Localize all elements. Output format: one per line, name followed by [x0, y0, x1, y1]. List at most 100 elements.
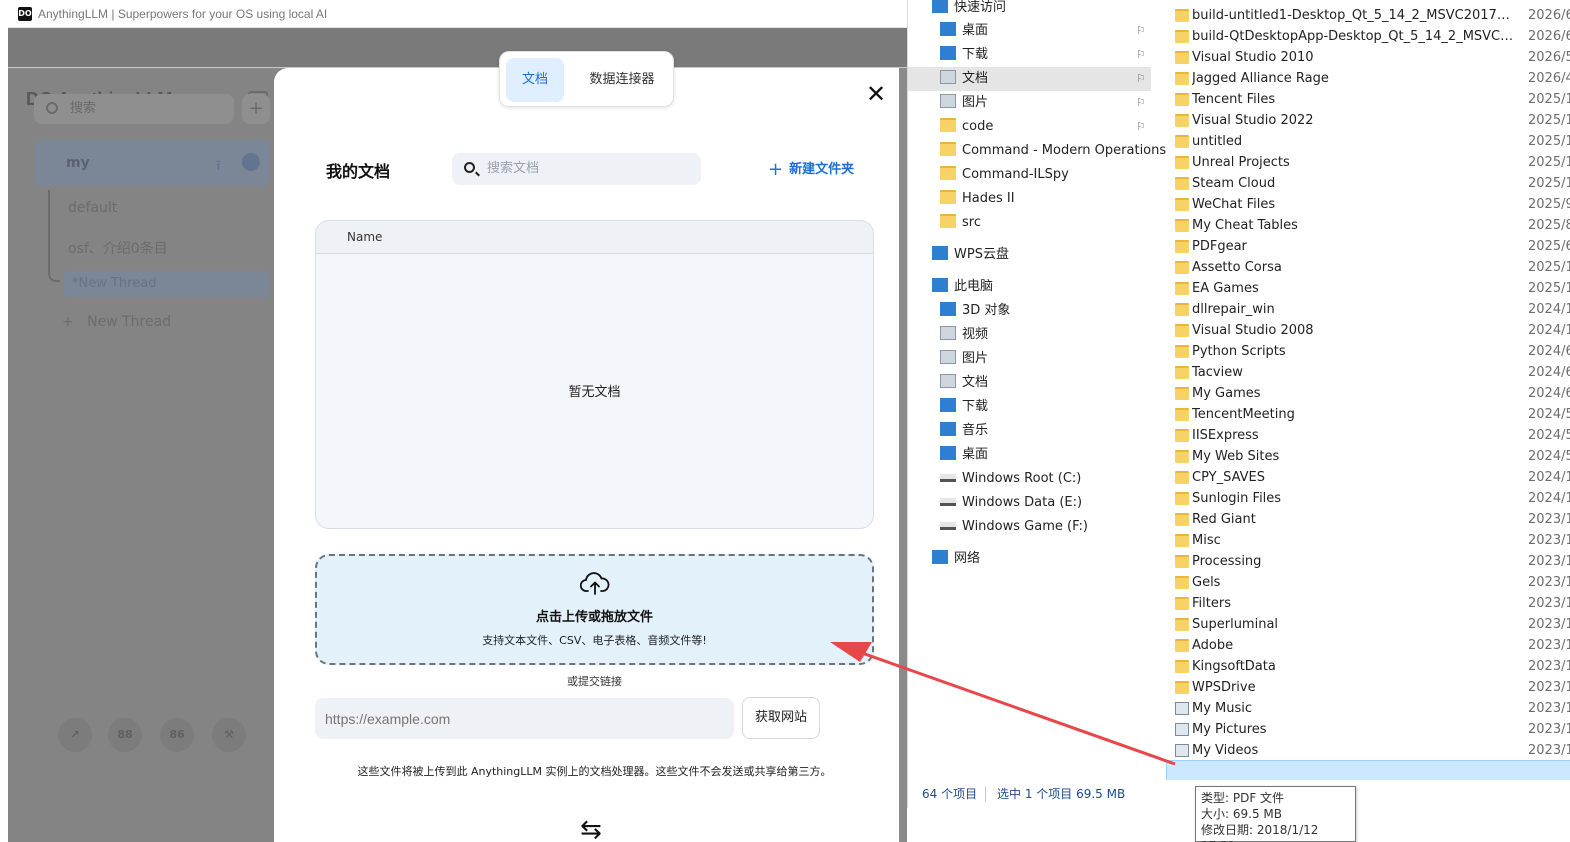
nav-item[interactable]: 图片 — [908, 347, 1151, 371]
nav-item[interactable]: 音乐 — [908, 419, 1151, 443]
thread-item-new-active[interactable]: *New Thread — [64, 271, 270, 297]
nav-item[interactable]: 文档 ⚐ — [908, 67, 1151, 91]
file-row[interactable]: WPSDrive 2023/1 — [1166, 677, 1570, 698]
file-row[interactable]: untitled 2025/1 — [1166, 131, 1570, 152]
workspace-item-my[interactable]: my — [34, 140, 270, 186]
file-row[interactable]: Superluminal 2023/1 — [1166, 614, 1570, 635]
file-name: Superluminal — [1192, 617, 1279, 632]
pin-icon[interactable]: ⚐ — [1136, 43, 1146, 67]
nav-item[interactable]: 下载 — [908, 395, 1151, 419]
file-row[interactable]: Processing 2023/1 — [1166, 551, 1570, 572]
sidebar-search-input[interactable]: 搜索 — [34, 94, 234, 124]
file-row[interactable]: Visual Studio 2022 2025/1 — [1166, 110, 1570, 131]
file-name: Visual Studio 2010 — [1192, 50, 1314, 65]
file-row[interactable]: KingsoftData 2023/1 — [1166, 656, 1570, 677]
file-row[interactable]: Sunlogin Files 2024/1 — [1166, 488, 1570, 509]
nav-item[interactable]: src — [908, 211, 1151, 235]
nav-item[interactable]: Windows Game (F:) — [908, 515, 1151, 539]
nav-item[interactable]: 快速访问 — [908, 0, 1151, 20]
nav-item[interactable]: 视频 — [908, 323, 1151, 347]
file-row[interactable]: Visual Studio 2008 2024/1 — [1166, 320, 1570, 341]
file-date: 2026/6 — [1528, 8, 1570, 23]
file-row[interactable]: EA Games 2025/1 — [1166, 278, 1570, 299]
file-row[interactable]: Python Scripts 2024/6 — [1166, 341, 1570, 362]
file-row[interactable]: dllrepair_win 2024/1 — [1166, 299, 1570, 320]
add-workspace-button[interactable]: + — [242, 94, 270, 124]
nav-item[interactable]: 文档 — [908, 371, 1151, 395]
document-search-input[interactable]: 搜索文档 — [452, 153, 701, 185]
close-button[interactable]: ✕ — [864, 82, 888, 106]
nav-item[interactable]: 图片 ⚐ — [908, 91, 1151, 115]
swap-icon[interactable]: ⇆ — [580, 815, 602, 842]
thread-item-default[interactable]: default — [68, 200, 117, 216]
upload-dropzone[interactable]: 点击上传或拖放文件 支持文本文件、CSV、电子表格、音频文件等! — [315, 554, 874, 665]
nav-item-label: 网络 — [954, 551, 981, 566]
file-name: Visual Studio 2008 — [1192, 323, 1314, 338]
tab-documents[interactable]: 文档 — [506, 58, 564, 102]
file-row[interactable]: PDFgear 2025/6 — [1166, 236, 1570, 257]
file-row[interactable]: CPY_SAVES 2024/1 — [1166, 467, 1570, 488]
pin-icon[interactable]: ⚐ — [1136, 91, 1146, 115]
file-row[interactable]: Visual Studio 2010 2026/5 — [1166, 47, 1570, 68]
tab-data-connectors[interactable]: 数据连接器 — [578, 58, 666, 102]
folder-icon — [1175, 513, 1189, 526]
file-row[interactable]: Jagged Alliance Rage 2026/4 — [1166, 68, 1570, 89]
document-table: Name 暂无文档 — [315, 220, 874, 529]
file-row[interactable]: Misc 2023/1 — [1166, 530, 1570, 551]
file-date: 2024/6 — [1528, 344, 1570, 359]
nav-item[interactable]: 下载 ⚐ — [908, 43, 1151, 67]
file-row[interactable]: Unreal Projects 2025/1 — [1166, 152, 1570, 173]
nav-item[interactable]: Windows Data (E:) — [908, 491, 1151, 515]
thread-item-osf[interactable]: osf、介绍0条目 — [68, 238, 168, 258]
file-name: Tacview — [1192, 365, 1243, 380]
file-row[interactable]: WeChat Files 2025/9 — [1166, 194, 1570, 215]
file-row[interactable]: build-untitled1-Desktop_Qt_5_14_2_MSVC20… — [1166, 5, 1570, 26]
footer-docs-button[interactable]: 88 — [108, 718, 142, 752]
nav-item[interactable]: Windows Root (C:) — [908, 467, 1151, 491]
file-row[interactable]: My Games 2024/6 — [1166, 383, 1570, 404]
folder-icon — [1175, 93, 1189, 106]
nav-item[interactable]: 桌面 — [908, 443, 1151, 467]
file-row[interactable]: Adobe 2023/1 — [1166, 635, 1570, 656]
file-row[interactable]: build-QtDesktopApp-Desktop_Qt_5_14_2_MSV… — [1166, 26, 1570, 47]
nav-item[interactable]: code ⚐ — [908, 115, 1151, 139]
file-row[interactable]: Filters 2023/1 — [1166, 593, 1570, 614]
pin-icon[interactable]: ⚐ — [1136, 115, 1146, 139]
fetch-website-button[interactable]: 获取网站 — [742, 697, 820, 739]
nav-item[interactable]: 桌面 ⚐ — [908, 19, 1151, 43]
nav-item[interactable]: Hades II — [908, 187, 1151, 211]
file-date: 2023/1 — [1528, 680, 1570, 695]
nav-item[interactable]: 3D 对象 — [908, 299, 1151, 323]
file-row[interactable]: My Music 2023/1 — [1166, 698, 1570, 719]
desktop-icon — [940, 446, 956, 460]
file-row[interactable]: My Web Sites 2024/5 — [1166, 446, 1570, 467]
url-input[interactable] — [315, 698, 734, 739]
nav-item[interactable]: 网络 — [908, 547, 1151, 571]
upload-icon[interactable]: ⭱ — [216, 155, 221, 179]
pin-icon[interactable]: ⚐ — [1136, 67, 1146, 91]
file-row[interactable]: TencentMeeting 2024/5 — [1166, 404, 1570, 425]
file-row[interactable]: Steam Cloud 2025/1 — [1166, 173, 1570, 194]
file-row[interactable]: Red Giant 2023/1 — [1166, 509, 1570, 530]
footer-community-button[interactable]: 86 — [160, 718, 194, 752]
file-row[interactable]: Tacview 2024/6 — [1166, 362, 1570, 383]
empty-state-text: 暂无文档 — [568, 385, 621, 400]
nav-item[interactable]: WPS云盘 — [908, 243, 1151, 267]
file-row[interactable]: Assetto Corsa 2025/1 — [1166, 257, 1570, 278]
new-thread-button[interactable]: + New Thread — [62, 314, 171, 330]
file-row[interactable]: Tencent Files 2025/1 — [1166, 89, 1570, 110]
file-row[interactable]: My Videos 2023/1 — [1166, 740, 1570, 761]
file-row[interactable]: My Pictures 2023/1 — [1166, 719, 1570, 740]
footer-link-button[interactable]: ↗ — [58, 718, 92, 752]
file-row[interactable]: IISExpress 2024/5 — [1166, 425, 1570, 446]
nav-item[interactable]: 此电脑 — [908, 275, 1151, 299]
file-row[interactable]: Gels 2023/1 — [1166, 572, 1570, 593]
nav-item[interactable]: Command - Modern Operations — [908, 139, 1166, 163]
folder-icon — [940, 142, 956, 156]
new-folder-button[interactable]: + 新建文件夹 — [768, 158, 854, 180]
nav-item[interactable]: Command-ILSpy — [908, 163, 1151, 187]
file-row[interactable]: My Cheat Tables 2025/8 — [1166, 215, 1570, 236]
gear-icon[interactable] — [242, 153, 260, 171]
footer-settings-button[interactable]: ⚒ — [212, 718, 246, 752]
pin-icon[interactable]: ⚐ — [1136, 19, 1146, 43]
